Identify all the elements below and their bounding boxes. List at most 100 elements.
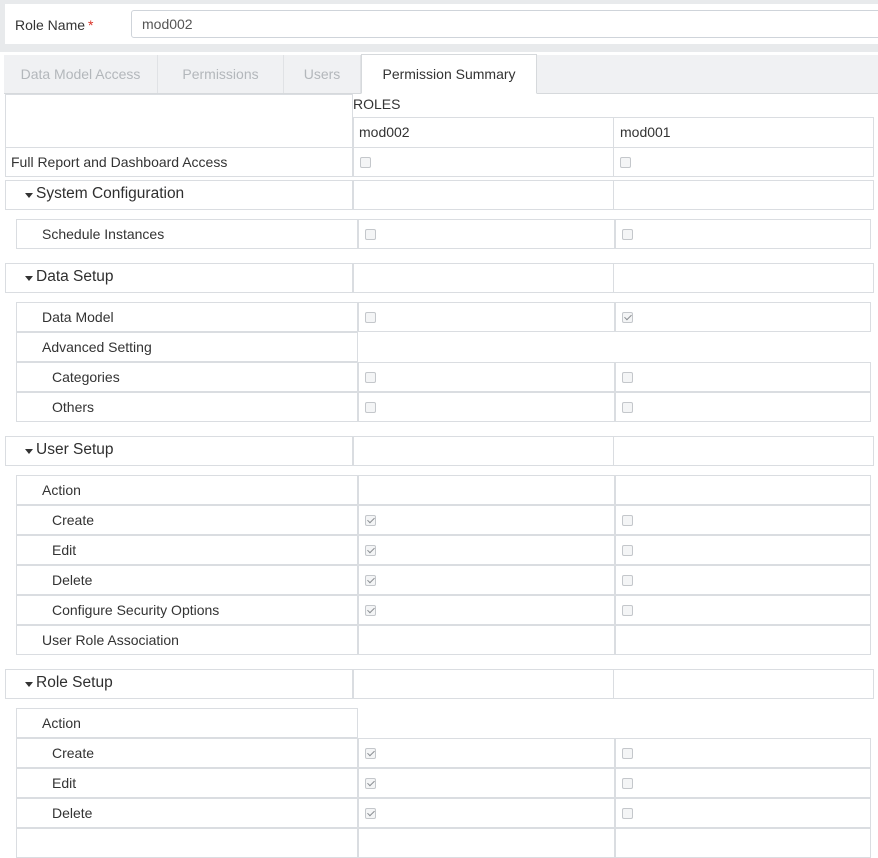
permission-row-mod002-cell bbox=[358, 798, 615, 828]
full-access-mod001-checkbox[interactable] bbox=[620, 157, 631, 168]
permission-row-mod001-cell bbox=[615, 362, 871, 392]
permission-label: User Role Association bbox=[42, 632, 179, 648]
role-name-label: Role Name * bbox=[15, 17, 93, 33]
permission-row-mod001-cell bbox=[615, 768, 871, 798]
permission-mod001-checkbox[interactable] bbox=[622, 575, 633, 586]
permission-row-mod001-cell bbox=[615, 535, 871, 565]
permission-row-mod002-cell bbox=[358, 362, 615, 392]
permission-row-mod001-cell bbox=[615, 625, 871, 655]
permission-mod001-checkbox[interactable] bbox=[622, 515, 633, 526]
permission-label: Categories bbox=[52, 369, 120, 385]
caret-down-icon[interactable] bbox=[25, 193, 33, 198]
permission-mod002-checkbox[interactable] bbox=[365, 515, 376, 526]
permission-mod002-checkbox[interactable] bbox=[365, 545, 376, 556]
permission-header-cell bbox=[5, 94, 353, 148]
caret-down-icon[interactable] bbox=[25, 276, 33, 281]
roles-header: ROLES bbox=[353, 96, 401, 112]
role-name-input[interactable] bbox=[131, 10, 878, 38]
permission-row-mod002-cell bbox=[358, 768, 615, 798]
permission-row-mod002-cell bbox=[358, 828, 615, 858]
permission-mod002-checkbox[interactable] bbox=[365, 808, 376, 819]
permission-mod001-checkbox[interactable] bbox=[622, 808, 633, 819]
permission-row-mod001-cell bbox=[615, 565, 871, 595]
permission-row-mod002-cell bbox=[358, 219, 615, 249]
permission-mod002-checkbox[interactable] bbox=[365, 605, 376, 616]
permission-row-mod002-cell bbox=[358, 595, 615, 625]
section-header-mod001-1 bbox=[613, 263, 874, 293]
permission-mod002-checkbox[interactable] bbox=[365, 402, 376, 413]
permission-label: Others bbox=[52, 399, 95, 415]
section-title: Role Setup bbox=[36, 674, 113, 691]
tab-permission-summary[interactable]: Permission Summary bbox=[361, 54, 537, 94]
tab-data-model-access[interactable]: Data Model Access bbox=[4, 55, 158, 93]
required-mark: * bbox=[88, 17, 94, 33]
permission-row-mod002-cell bbox=[358, 535, 615, 565]
section-title: Data Setup bbox=[36, 268, 114, 285]
permission-mod002-checkbox[interactable] bbox=[365, 312, 376, 323]
section-header-mod001-0 bbox=[613, 180, 874, 210]
section-header-mod002-1 bbox=[353, 263, 614, 293]
full-access-mod001-cell bbox=[613, 147, 874, 177]
section-header-mod002-3 bbox=[353, 669, 614, 699]
section-title: User Setup bbox=[36, 441, 114, 458]
permission-label: Edit bbox=[52, 542, 77, 558]
permission-row-mod001-cell bbox=[615, 505, 871, 535]
permission-row-mod001-cell bbox=[615, 738, 871, 768]
permission-label: Configure Security Options bbox=[52, 602, 220, 618]
permission-row-mod001-cell bbox=[615, 828, 871, 858]
permission-mod002-checkbox[interactable] bbox=[365, 229, 376, 240]
permission-row-mod002-cell bbox=[358, 475, 615, 505]
full-access-mod002-cell bbox=[353, 147, 614, 177]
permission-row-mod002-cell bbox=[358, 302, 615, 332]
section-title: System Configuration bbox=[36, 185, 185, 202]
tab-users[interactable]: Users bbox=[284, 55, 361, 93]
permission-row-mod001-cell bbox=[615, 392, 871, 422]
tab-bar: Data Model Access Permissions Users Perm… bbox=[4, 54, 878, 94]
section-header-mod001-2 bbox=[613, 436, 874, 466]
permission-label: Edit bbox=[52, 775, 77, 791]
section-header-mod002-2 bbox=[353, 436, 614, 466]
role-col-mod001: mod001 bbox=[620, 124, 671, 140]
permission-row-mod001-cell bbox=[615, 302, 871, 332]
permission-row-mod001-cell bbox=[615, 595, 871, 625]
permission-label: Delete bbox=[52, 572, 93, 588]
permission-label: Schedule Instances bbox=[42, 226, 165, 242]
permission-mod001-checkbox[interactable] bbox=[622, 545, 633, 556]
full-access-mod002-checkbox[interactable] bbox=[360, 157, 371, 168]
permission-row-mod002-cell bbox=[358, 505, 615, 535]
permission-row-mod002-cell bbox=[358, 738, 615, 768]
section-header-mod002-0 bbox=[353, 180, 614, 210]
permission-label: Action bbox=[42, 482, 81, 498]
permission-row-mod002-cell bbox=[358, 625, 615, 655]
section-header-mod001-3 bbox=[613, 669, 874, 699]
permission-row-cell bbox=[16, 828, 358, 858]
permission-label: Action bbox=[42, 715, 81, 731]
caret-down-icon[interactable] bbox=[25, 682, 33, 687]
permission-label: Create bbox=[52, 745, 95, 761]
permission-row-mod002-cell bbox=[358, 565, 615, 595]
permission-mod002-checkbox[interactable] bbox=[365, 372, 376, 383]
permission-row-mod001-cell bbox=[615, 475, 871, 505]
permission-mod001-checkbox[interactable] bbox=[622, 372, 633, 383]
role-name-label-text: Role Name bbox=[15, 17, 86, 33]
permission-label: Advanced Setting bbox=[42, 339, 152, 355]
permission-row-mod002-cell bbox=[358, 392, 615, 422]
permission-label: Create bbox=[52, 512, 95, 528]
role-name-row: Role Name * bbox=[5, 4, 878, 44]
permission-mod002-checkbox[interactable] bbox=[365, 778, 376, 789]
permission-mod001-checkbox[interactable] bbox=[622, 229, 633, 240]
tab-permissions[interactable]: Permissions bbox=[158, 55, 284, 93]
permission-label: Delete bbox=[52, 805, 93, 821]
permission-mod001-checkbox[interactable] bbox=[622, 402, 633, 413]
permission-mod002-checkbox[interactable] bbox=[365, 575, 376, 586]
permission-mod002-checkbox[interactable] bbox=[365, 748, 376, 759]
full-access-label: Full Report and Dashboard Access bbox=[11, 154, 228, 170]
role-col-mod002: mod002 bbox=[359, 124, 410, 140]
permission-mod001-checkbox[interactable] bbox=[622, 605, 633, 616]
caret-down-icon[interactable] bbox=[25, 449, 33, 454]
permission-mod001-checkbox[interactable] bbox=[622, 778, 633, 789]
permission-row-mod001-cell bbox=[615, 798, 871, 828]
permission-mod001-checkbox[interactable] bbox=[622, 748, 633, 759]
permission-mod001-checkbox[interactable] bbox=[622, 312, 633, 323]
permission-label: Data Model bbox=[42, 309, 114, 325]
